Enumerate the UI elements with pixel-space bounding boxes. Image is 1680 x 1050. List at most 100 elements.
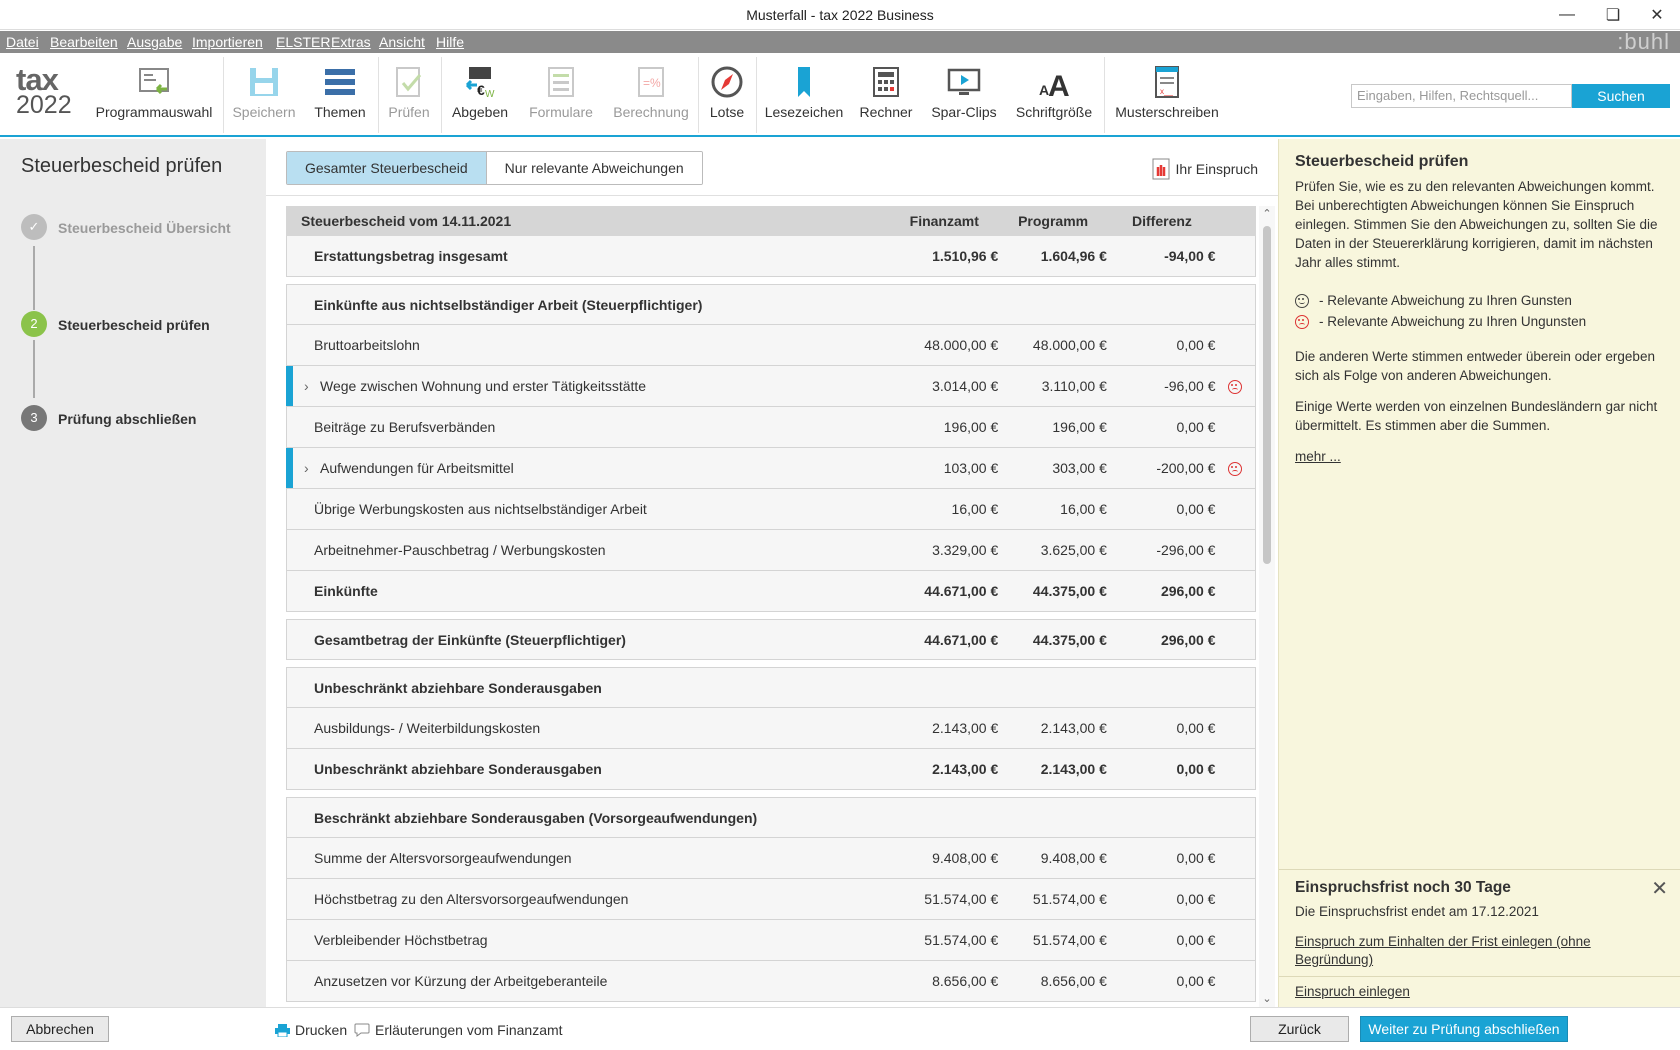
finanzamt-value: 9.408,00 € <box>932 850 999 866</box>
programm-value: 303,00 € <box>1052 460 1107 476</box>
finanzamt-value: 44.671,00 € <box>924 631 999 648</box>
finanzamt-value: 51.574,00 € <box>924 932 999 948</box>
berechnung-button[interactable]: =% Berechnung <box>610 53 692 137</box>
row-label-text: Erstattungsbetrag insgesamt <box>314 248 508 264</box>
step-3-label[interactable]: Prüfung abschließen <box>58 411 196 427</box>
explanations-link[interactable]: Erläuterungen vom Finanzamt <box>354 1022 563 1038</box>
restore-button[interactable]: ❏ <box>1590 0 1636 30</box>
save-icon <box>250 68 278 96</box>
table-row[interactable]: › Aufwendungen für Arbeitsmittel 103,00 € 3… <box>286 448 1256 489</box>
sparclips-button[interactable]: Spar-Clips <box>930 53 998 137</box>
table-row: Beiträge zu Berufsverbänden 196,00 € 196,0… <box>286 407 1256 448</box>
row-label-text: Aufwendungen für Arbeitsmittel <box>320 460 514 476</box>
step-3-number: 3 <box>21 405 47 431</box>
back-button[interactable]: Zurück <box>1250 1016 1349 1042</box>
expand-chevron-icon[interactable]: › <box>304 378 320 394</box>
row-label: Gesamtbetrag der Einkünfte (Steuerpflich… <box>287 632 890 648</box>
row-label: › Aufwendungen für Arbeitsmittel <box>287 460 890 476</box>
cancel-button[interactable]: Abbrechen <box>11 1016 109 1042</box>
speech-bubble-icon <box>354 1023 370 1037</box>
menu-importieren[interactable]: Importieren <box>192 34 263 50</box>
main-content: Gesamter Steuerbescheid Nur relevante Ab… <box>266 139 1278 1007</box>
table-row[interactable]: › Wege zwischen Wohnung und erster Tätigk… <box>286 366 1256 407</box>
print-link[interactable]: Drucken <box>275 1022 347 1038</box>
menu-elster[interactable]: ELSTER <box>276 34 330 50</box>
happy-face-icon <box>1295 293 1309 308</box>
row-label: Einkünfte aus nichtselbständiger Arbeit … <box>287 297 890 313</box>
speichern-button[interactable]: Speichern <box>230 53 298 137</box>
differenz-value: 0,00 € <box>1176 501 1216 517</box>
expand-chevron-icon[interactable]: › <box>304 460 320 476</box>
legend-good: - Relevante Abweichung zu Ihren Gunsten <box>1295 293 1572 308</box>
pruefen-label: Prüfen <box>388 104 430 120</box>
table-row: Einkünfte aus nichtselbständiger Arbeit … <box>286 284 1256 325</box>
compass-icon <box>711 66 743 98</box>
schriftgroesse-label: Schriftgröße <box>1015 104 1093 120</box>
differenz-value: -96,00 € <box>1164 378 1216 394</box>
step-connector <box>33 340 35 398</box>
rechner-button[interactable]: Rechner <box>856 53 916 137</box>
lotse-button[interactable]: Lotse <box>704 53 750 137</box>
row-label-text: Einkünfte aus nichtselbständiger Arbeit … <box>314 296 703 313</box>
programm-value: 9.408,00 € <box>1040 850 1107 866</box>
frist-text: Die Einspruchsfrist endet am 17.12.2021 <box>1295 904 1539 919</box>
menu-extras[interactable]: Extras <box>331 34 371 50</box>
scroll-down-icon[interactable]: ⌄ <box>1259 991 1275 1007</box>
step-connector <box>33 246 35 310</box>
musterschreiben-label: Musterschreiben <box>1115 104 1219 120</box>
differenz-value: 0,00 € <box>1176 891 1216 907</box>
themen-label: Themen <box>314 104 366 120</box>
forms-icon <box>548 67 574 97</box>
help-para-2: Die anderen Werte stimmen entweder übere… <box>1295 349 1655 383</box>
minimize-button[interactable]: — <box>1544 0 1590 30</box>
menu-ansicht[interactable]: Ansicht <box>379 34 425 50</box>
tax-logo: tax 2022 <box>16 64 76 118</box>
row-label: Summe der Altersvorsorgeaufwendungen <box>287 850 890 866</box>
programm-value: 48.000,00 € <box>1032 337 1107 353</box>
close-icon[interactable]: ✕ <box>1651 876 1668 901</box>
einspruch-einlegen-link[interactable]: Einspruch einlegen <box>1295 984 1410 999</box>
header-programm: Programm <box>1018 213 1089 229</box>
search-button[interactable]: Suchen <box>1572 84 1670 108</box>
search-input[interactable]: Eingaben, Hilfen, Rechtsquell... <box>1351 84 1572 108</box>
toolbar-divider <box>698 57 699 133</box>
lesezeichen-button[interactable]: Lesezeichen <box>764 53 844 137</box>
schriftgroesse-button[interactable]: AA Schriftgröße <box>1014 53 1094 137</box>
table-scrollbar[interactable]: ⌃ ⌄ <box>1259 206 1275 1007</box>
step-2-label[interactable]: Steuerbescheid prüfen <box>58 317 210 333</box>
abgeben-button[interactable]: € W Abgeben <box>447 53 513 137</box>
pruefen-button[interactable]: Prüfen <box>383 53 435 137</box>
check-document-icon <box>396 67 422 97</box>
programmauswahl-button[interactable]: Programmauswahl <box>92 53 216 137</box>
formulare-button[interactable]: Formulare <box>526 53 596 137</box>
row-label-text: Beschränkt abziehbare Sonderausgaben (Vo… <box>314 809 758 826</box>
einspruch-label: Ihr Einspruch <box>1175 161 1258 177</box>
scroll-up-icon[interactable]: ⌃ <box>1259 206 1275 222</box>
font-size-icon: AA <box>1039 70 1070 99</box>
next-button[interactable]: Weiter zu Prüfung abschließen <box>1360 1016 1568 1042</box>
scroll-thumb[interactable] <box>1263 226 1271 564</box>
toolbar-divider <box>1104 57 1105 133</box>
row-label: Einkünfte <box>287 583 890 599</box>
close-window-button[interactable]: ✕ <box>1634 0 1680 30</box>
more-link[interactable]: mehr ... <box>1295 449 1341 464</box>
row-status <box>1215 460 1255 477</box>
menu-datei[interactable]: Datei <box>6 34 39 50</box>
musterschreiben-button[interactable]: x__ Musterschreiben <box>1112 53 1222 137</box>
themen-button[interactable]: Themen <box>308 53 372 137</box>
menu-bearbeiten[interactable]: Bearbeiten <box>50 34 118 50</box>
legend-bad: - Relevante Abweichung zu Ihren Ungunste… <box>1295 314 1586 329</box>
menu-ausgabe[interactable]: Ausgabe <box>127 34 182 50</box>
programm-value: 51.574,00 € <box>1032 932 1107 948</box>
step-1-label[interactable]: Steuerbescheid Übersicht <box>58 220 231 236</box>
row-label: Unbeschränkt abziehbare Sonderausgaben <box>287 761 890 777</box>
letter-template-icon: x__ <box>1155 66 1179 98</box>
menu-hilfe[interactable]: Hilfe <box>436 34 464 50</box>
legend-good-label: - Relevante Abweichung zu Ihren Gunsten <box>1319 293 1572 308</box>
row-label: Arbeitnehmer-Pauschbetrag / Werbungskost… <box>287 542 890 558</box>
tab-relevante-abweichungen[interactable]: Nur relevante Abweichungen <box>486 152 702 184</box>
table-row: Erstattungsbetrag insgesamt 1.510,96 € 1.6… <box>286 236 1256 277</box>
einspruch-frist-link[interactable]: Einspruch zum Einhalten der Frist einleg… <box>1295 933 1625 969</box>
tab-gesamter-steuerbescheid[interactable]: Gesamter Steuerbescheid <box>287 152 487 184</box>
einspruch-link[interactable]: Ihr Einspruch <box>1152 158 1258 180</box>
